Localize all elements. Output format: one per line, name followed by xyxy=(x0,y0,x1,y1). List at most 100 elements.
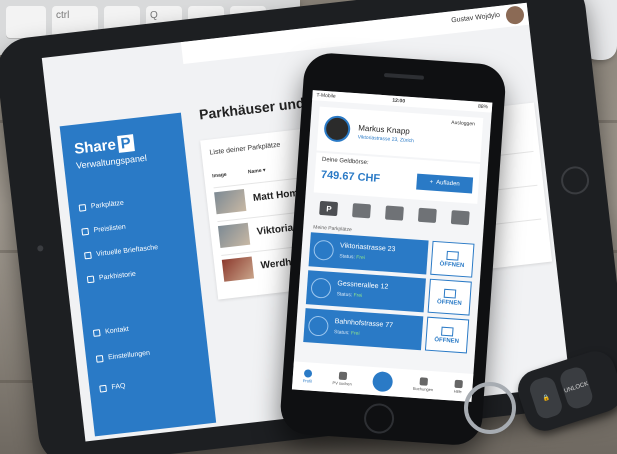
lot-status-value: Frei xyxy=(353,292,363,300)
tab-label: Profil xyxy=(302,378,313,384)
search-icon xyxy=(338,371,347,381)
lot-status-value: Frei xyxy=(350,330,360,337)
lot-status-label: Status: xyxy=(336,291,353,299)
list-item[interactable]: Gessnerallee 12 Status: Frei ÖFFNEN xyxy=(305,270,472,316)
sidebar-item-label: Parkhistorie xyxy=(98,270,137,282)
user-icon xyxy=(303,369,313,378)
wallet-icon xyxy=(84,251,92,260)
wallet-label: Deine Geldbörse: xyxy=(321,156,369,167)
lot-name: Gessnerallee 12 xyxy=(337,280,389,291)
filter-icon[interactable] xyxy=(384,205,404,221)
list-icon xyxy=(78,203,87,212)
column-header-image: Image xyxy=(211,171,227,180)
tab-scan[interactable] xyxy=(372,371,394,393)
wallet-balance: 749.67 CHF xyxy=(320,168,381,185)
brand-name: Share xyxy=(73,136,117,158)
tag-icon xyxy=(81,227,90,236)
list-item[interactable]: Bahnhofstrasse 77 Status: Frei ÖFFNEN xyxy=(303,308,470,354)
topup-button[interactable]: + Aufladen xyxy=(416,173,474,194)
map-icon xyxy=(310,277,332,299)
card-title: Liste deiner Parkplätze xyxy=(209,141,281,157)
sliders-icon xyxy=(95,354,104,363)
lock-icon: 🔒 xyxy=(527,374,565,421)
lot-info[interactable]: Viktoriastrasse 23 Status: Frei xyxy=(308,232,429,275)
parking-thumbnail xyxy=(221,256,255,282)
avatar[interactable] xyxy=(505,5,525,26)
open-button[interactable]: ÖFFNEN xyxy=(427,278,472,316)
tab-buchungen[interactable]: Buchungen xyxy=(413,377,434,392)
header-user-name: Gustav Wojdylo xyxy=(450,11,501,25)
parking-filter-button[interactable]: P xyxy=(319,200,339,217)
sidebar-item-parkhistorie[interactable]: Parkhistorie xyxy=(86,270,137,284)
key-fob: 🔒 UNLOCK xyxy=(512,346,617,436)
key-ring xyxy=(464,382,516,434)
tablet-home-button xyxy=(559,164,591,196)
parking-thumbnail xyxy=(214,188,247,215)
keyboard-key xyxy=(6,6,46,38)
bookings-icon xyxy=(419,377,428,386)
sidebar: Share P Verwaltungspanel Parkplätze Preis… xyxy=(59,112,217,437)
sidebar-item-einstellungen[interactable]: Einstellungen xyxy=(95,349,151,363)
lot-status-label: Status: xyxy=(333,329,350,337)
open-button[interactable]: ÖFFNEN xyxy=(430,240,475,278)
sidebar-item-label: Preislisten xyxy=(93,223,127,235)
lot-info[interactable]: Gessnerallee 12 Status: Frei xyxy=(305,270,426,313)
history-icon xyxy=(86,275,95,284)
sidebar-item-label: Kontakt xyxy=(104,325,130,336)
lot-name: Bahnhofstrasse 77 xyxy=(334,318,394,330)
lot-status-value: Frei xyxy=(356,254,366,262)
carrier-label: T-Mobile xyxy=(316,92,336,100)
chat-icon xyxy=(92,329,101,337)
plus-icon: + xyxy=(429,179,434,186)
fob-unlock-button: UNLOCK xyxy=(557,364,595,411)
car-keys: 🔒 UNLOCK xyxy=(460,340,617,454)
column-header-name[interactable]: Name ▾ xyxy=(248,167,266,175)
map-icon xyxy=(307,315,330,337)
phone-speaker xyxy=(383,73,425,80)
sidebar-item-faq[interactable]: FAQ xyxy=(99,383,126,393)
lot-status: Status: Frei xyxy=(339,253,365,261)
covered-filter-icon[interactable] xyxy=(352,203,372,219)
sidebar-item-parkplaetze[interactable]: Parkplätze xyxy=(78,199,125,212)
garage-icon[interactable] xyxy=(417,207,437,223)
topup-label: Aufladen xyxy=(435,179,460,188)
battery-label: 88% xyxy=(477,103,489,111)
photo-scene: ctrl Q Gustav Wojdylo Share P Verwaltungs… xyxy=(0,0,617,454)
open-label: ÖFFNEN xyxy=(434,336,460,345)
avatar[interactable] xyxy=(323,115,352,143)
sidebar-item-brieftasche[interactable]: Virtuelle Brieftasche xyxy=(84,244,159,260)
phone-home-button xyxy=(363,402,396,435)
sidebar-item-label: Einstellungen xyxy=(107,349,151,362)
tablet-camera xyxy=(37,245,44,252)
gate-icon xyxy=(441,326,454,336)
list-title: Meine Parkplätze xyxy=(313,224,352,234)
sidebar-item-preislisten[interactable]: Preislisten xyxy=(81,224,126,236)
gate-icon xyxy=(446,250,459,261)
lot-name: Viktoriastrasse 23 xyxy=(339,242,396,254)
tab-label: Buchungen xyxy=(412,385,434,393)
bottom-tab-bar: Profil PV suchen Buchungen Hilfe xyxy=(291,361,474,402)
tab-profil[interactable]: Profil xyxy=(303,369,313,384)
car-icon[interactable] xyxy=(450,210,470,226)
faq-icon xyxy=(99,384,107,393)
lot-status-label: Status: xyxy=(339,253,356,261)
logout-link[interactable]: Ausloggen xyxy=(451,120,475,128)
parking-thumbnail xyxy=(217,222,251,248)
list-item[interactable]: Viktoriastrasse 23 Status: Frei ÖFFNEN xyxy=(308,232,475,278)
sidebar-item-label: FAQ xyxy=(111,382,126,392)
tab-pv-suchen[interactable]: PV suchen xyxy=(332,371,353,387)
lot-status: Status: Frei xyxy=(336,291,362,299)
open-label: ÖFFNEN xyxy=(439,260,465,269)
status-time: 12:00 xyxy=(392,97,406,105)
tab-label: PV suchen xyxy=(332,380,353,387)
sidebar-item-kontakt[interactable]: Kontakt xyxy=(92,325,130,337)
open-label: ÖFFNEN xyxy=(436,298,462,307)
sidebar-item-label: Virtuelle Brieftasche xyxy=(95,244,159,259)
scan-icon xyxy=(372,371,394,393)
brand-logo-box: P xyxy=(116,134,135,153)
sidebar-item-label: Parkplätze xyxy=(90,199,125,211)
map-icon xyxy=(313,239,335,261)
lot-status: Status: Frei xyxy=(334,329,360,337)
lot-info[interactable]: Bahnhofstrasse 77 Status: Frei xyxy=(303,308,424,351)
gate-icon xyxy=(443,288,457,299)
